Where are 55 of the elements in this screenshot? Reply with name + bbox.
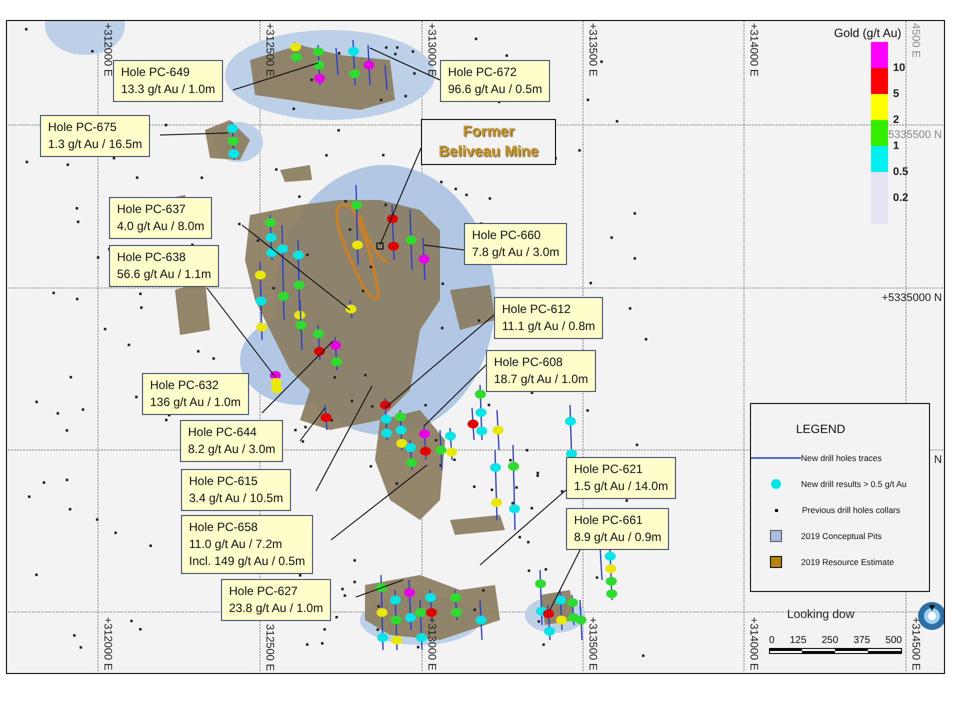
- hole-callout: Hole PC-615 3.4 g/t Au / 10.5m: [181, 469, 292, 511]
- hole-callout: Hole PC-672 96.6 g/t Au / 0.5m: [440, 60, 550, 102]
- scale-value: 0.2: [893, 192, 908, 204]
- scale-value: 1: [893, 140, 900, 152]
- leader-line: [356, 580, 404, 598]
- hole-callout: Hole PC-661 8.9 g/t Au / 0.9m: [566, 508, 670, 550]
- scale-value: 10: [893, 62, 906, 74]
- grid-label: +5335000 N: [882, 291, 942, 306]
- scale-tick-label: 125: [790, 634, 806, 648]
- scale-tick-label: 0: [769, 634, 775, 648]
- hole-callout: Hole PC-638 56.6 g/t Au / 1.1m: [109, 245, 220, 287]
- mine-label: Former Beliveau Mine: [421, 119, 556, 165]
- hole-callout: Hole PC-649 13.3 g/t Au / 1.0m: [113, 60, 224, 102]
- legend-title: LEGEND: [796, 421, 846, 438]
- grid-label: 5335500 N: [888, 128, 942, 141]
- grid-label: N: [934, 453, 942, 468]
- line-icon: [751, 457, 801, 459]
- hole-callout: Hole PC-621 1.5 g/t Au / 14.0m: [566, 457, 676, 499]
- hole-callout: Hole PC-675 1.3 g/t Au / 16.5m: [40, 115, 150, 157]
- grid-label: +313500 E: [586, 23, 600, 77]
- grid-label: +314000 E: [746, 23, 760, 77]
- grid-label: 312500 E: [262, 624, 276, 671]
- grid-label: +312500 E: [262, 23, 276, 77]
- legend-label: 2019 Resource Estimate: [801, 556, 894, 568]
- grid-label: +314000 E: [746, 617, 760, 671]
- view-label: Looking dow: [787, 606, 854, 623]
- scale-value: 5: [893, 88, 900, 100]
- hole-callout: Hole PC-612 11.1 g/t Au / 0.8m: [494, 297, 604, 339]
- swatch-icon: [770, 530, 782, 542]
- grid-label: +312000 E: [100, 23, 114, 77]
- hole-callout: Hole PC-627 23.8 g/t Au / 1.0m: [221, 579, 332, 621]
- scale-value: 2: [893, 114, 900, 126]
- grid-label: +313500 E: [586, 617, 600, 671]
- leader-line: [160, 132, 228, 136]
- hole-callout: Hole PC-637 4.0 g/t Au / 8.0m: [109, 197, 212, 239]
- swatch-icon: [770, 556, 782, 568]
- scale-tick-label: 375: [853, 634, 870, 648]
- legend-label: 2019 Conceptual Pits: [801, 530, 882, 542]
- hole-callout: Hole PC-660 7.8 g/t Au / 3.0m: [464, 223, 568, 265]
- hole-callout: Hole PC-608 18.7 g/t Au / 1.0m: [486, 350, 596, 392]
- legend-label: New drill results > 0.5 g/t Au: [801, 478, 907, 490]
- scale-value: 0.5: [893, 166, 908, 178]
- hole-callout: Hole PC-644 8.2 g/t Au / 3.0m: [180, 420, 284, 462]
- scale-tick-label: 500: [885, 634, 902, 648]
- grid-label: +312000 E: [100, 617, 114, 671]
- grid-label: +313000 E: [424, 617, 438, 671]
- grid-label: +314500 E: [908, 617, 922, 671]
- scale-tick-label: 250: [822, 634, 838, 648]
- grid-label: +313000 E: [424, 23, 438, 77]
- grid-label: 4500 E: [908, 23, 922, 58]
- leader-line: [424, 244, 464, 250]
- hole-callout: Hole PC-632 136 g/t Au / 1.0m: [142, 373, 249, 415]
- legend-label: Previous drill holes collars: [802, 504, 900, 516]
- hole-callout: Hole PC-658 11.0 g/t Au / 7.2m Incl. 149 g/t Au / 0.5m: [181, 515, 314, 574]
- legend-label: New drill holes traces: [801, 452, 882, 464]
